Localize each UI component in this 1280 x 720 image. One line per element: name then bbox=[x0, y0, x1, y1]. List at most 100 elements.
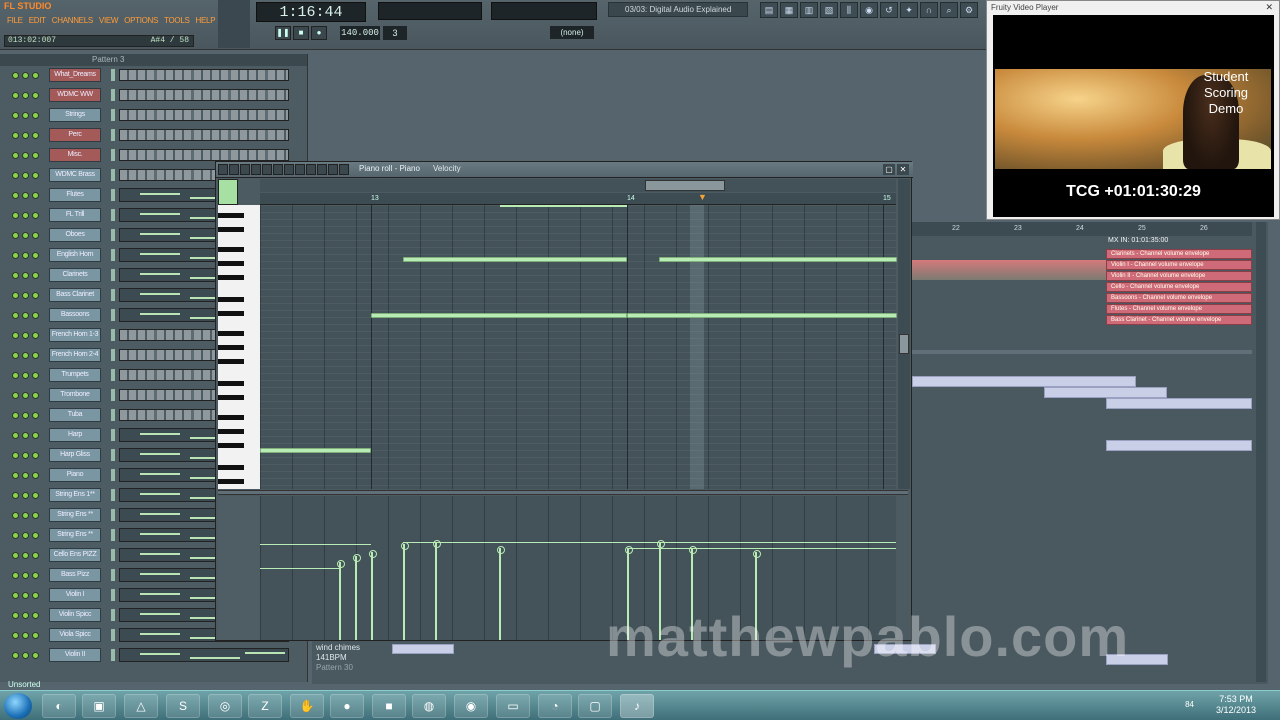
velocity-bar[interactable] bbox=[433, 540, 441, 640]
channel-select[interactable] bbox=[111, 249, 115, 261]
browser-icon[interactable]: ▧ bbox=[820, 2, 838, 18]
channel-select[interactable] bbox=[111, 209, 115, 221]
channel-select[interactable] bbox=[111, 549, 115, 561]
fl-studio-taskbar-icon[interactable]: ♪ bbox=[620, 694, 654, 718]
channel-name-button[interactable]: Perc bbox=[49, 128, 101, 142]
channel-controls[interactable] bbox=[12, 391, 46, 399]
app-icon[interactable]: ◎ bbox=[208, 694, 242, 718]
channel-name-button[interactable]: String Ens ** bbox=[49, 528, 101, 542]
channel-name-button[interactable]: Bass Pizz bbox=[49, 568, 101, 582]
channel-select[interactable] bbox=[111, 629, 115, 641]
channel-controls[interactable] bbox=[12, 471, 46, 479]
channel-controls[interactable] bbox=[12, 211, 46, 219]
channel-name-button[interactable]: Viola Spicc bbox=[49, 628, 101, 642]
automation-clip[interactable]: Violin II - Channel volume envelope bbox=[1106, 271, 1252, 281]
channel-select[interactable] bbox=[111, 129, 115, 141]
channel-select[interactable] bbox=[111, 609, 115, 621]
channel-controls[interactable] bbox=[12, 311, 46, 319]
pencil-icon[interactable] bbox=[229, 164, 239, 175]
close-icon[interactable]: ✕ bbox=[1265, 2, 1273, 13]
channel-controls[interactable] bbox=[12, 171, 46, 179]
channel-controls[interactable] bbox=[12, 71, 46, 79]
main-volume-slider[interactable] bbox=[218, 0, 250, 48]
menu-edit[interactable]: EDIT bbox=[26, 16, 49, 28]
menu-options[interactable]: OPTIONS bbox=[121, 16, 161, 28]
channel-name-button[interactable]: Clarinets bbox=[49, 268, 101, 282]
mute-icon[interactable] bbox=[262, 164, 272, 175]
channel-name-button[interactable]: Violin II bbox=[49, 648, 101, 662]
pattern-clip[interactable] bbox=[392, 644, 454, 654]
scrollbar-thumb[interactable] bbox=[645, 180, 725, 191]
channel-select[interactable] bbox=[111, 149, 115, 161]
channel-name-button[interactable]: Misc. bbox=[49, 148, 101, 162]
channel-name-button[interactable]: Harp Gliss bbox=[49, 448, 101, 462]
channel-name-button[interactable]: Cello Ens PIZZ bbox=[49, 548, 101, 562]
snap-icon[interactable] bbox=[317, 164, 327, 175]
channel-select[interactable] bbox=[111, 429, 115, 441]
menu-help[interactable]: HELP bbox=[193, 16, 219, 28]
channel-select[interactable] bbox=[111, 289, 115, 301]
piano-roll-titlebar[interactable]: Piano roll - Piano Velocity ▢ ✕ bbox=[216, 162, 913, 178]
start-button[interactable] bbox=[4, 693, 32, 719]
automation-clip[interactable]: Violin I - Channel volume envelope bbox=[1106, 260, 1252, 270]
channel-name-button[interactable]: String Ens 1** bbox=[49, 488, 101, 502]
pause-button[interactable]: ❚❚ bbox=[275, 26, 291, 40]
channel-controls[interactable] bbox=[12, 271, 46, 279]
automation-clip[interactable]: Bassoons - Channel volume envelope bbox=[1106, 293, 1252, 303]
channel-controls[interactable] bbox=[12, 451, 46, 459]
pattern-clip[interactable] bbox=[912, 376, 1136, 387]
event-target-select[interactable]: Velocity bbox=[433, 164, 461, 173]
select-icon[interactable] bbox=[284, 164, 294, 175]
menu-file[interactable]: FILE bbox=[4, 16, 26, 28]
note[interactable] bbox=[403, 257, 627, 262]
piano-keyboard[interactable] bbox=[218, 205, 260, 489]
channel-name-button[interactable]: Harp bbox=[49, 428, 101, 442]
channel-row[interactable]: Perc bbox=[0, 126, 308, 144]
channel-controls[interactable] bbox=[12, 231, 46, 239]
channel-name-button[interactable]: Bass Clarinet bbox=[49, 288, 101, 302]
chrome-icon[interactable]: ◔ bbox=[538, 694, 572, 718]
menu-channels[interactable]: CHANNELS bbox=[49, 16, 96, 28]
automation-clip[interactable]: Clarinets - Channel volume envelope bbox=[1106, 249, 1252, 259]
channel-controls[interactable] bbox=[12, 351, 46, 359]
channel-select[interactable] bbox=[111, 349, 115, 361]
track-name[interactable]: wind chimes bbox=[316, 643, 386, 653]
channel-select[interactable] bbox=[111, 89, 115, 101]
piano-roll-icon[interactable]: ▥ bbox=[800, 2, 818, 18]
channel-controls[interactable] bbox=[12, 291, 46, 299]
channel-row[interactable]: What_Dreams bbox=[0, 66, 308, 84]
pattern-clip[interactable] bbox=[1106, 440, 1252, 451]
channel-select[interactable] bbox=[111, 229, 115, 241]
step-sequencer-row[interactable] bbox=[119, 89, 289, 101]
pattern-clip[interactable] bbox=[1106, 398, 1252, 409]
channel-row[interactable]: Violin II bbox=[0, 646, 308, 664]
channel-controls[interactable] bbox=[12, 251, 46, 259]
tools-icon[interactable]: ✦ bbox=[900, 2, 918, 18]
channel-name-button[interactable]: Trombone bbox=[49, 388, 101, 402]
vertical-scrollbar[interactable] bbox=[898, 179, 910, 489]
channel-select[interactable] bbox=[111, 169, 115, 181]
playlist-scrollbar[interactable] bbox=[1256, 222, 1266, 682]
snap-select[interactable]: (none) bbox=[550, 26, 594, 39]
channel-row[interactable]: Strings bbox=[0, 106, 308, 124]
velocity-bar[interactable] bbox=[337, 560, 345, 640]
app-icon[interactable]: ✋ bbox=[290, 694, 324, 718]
search-icon[interactable]: ⌕ bbox=[940, 2, 958, 18]
note[interactable] bbox=[627, 313, 897, 318]
app-icon[interactable]: △ bbox=[124, 694, 158, 718]
step-sequencer-row[interactable] bbox=[119, 69, 289, 81]
channel-select[interactable] bbox=[111, 589, 115, 601]
menu-icon[interactable] bbox=[218, 164, 228, 175]
minecraft-icon[interactable]: ■ bbox=[372, 694, 406, 718]
channel-select[interactable] bbox=[111, 309, 115, 321]
filezilla-icon[interactable]: Z bbox=[248, 694, 282, 718]
channel-controls[interactable] bbox=[12, 511, 46, 519]
arrow-left-icon[interactable] bbox=[328, 164, 338, 175]
channel-select[interactable] bbox=[111, 329, 115, 341]
arrow-right-icon[interactable] bbox=[339, 164, 349, 175]
pattern-clip[interactable] bbox=[1044, 387, 1167, 398]
close-icon[interactable]: ✕ bbox=[897, 164, 909, 175]
channel-select[interactable] bbox=[111, 529, 115, 541]
channel-name-button[interactable]: French Horn 2-4 bbox=[49, 348, 101, 362]
step-sequencer-icon[interactable]: ▦ bbox=[780, 2, 798, 18]
